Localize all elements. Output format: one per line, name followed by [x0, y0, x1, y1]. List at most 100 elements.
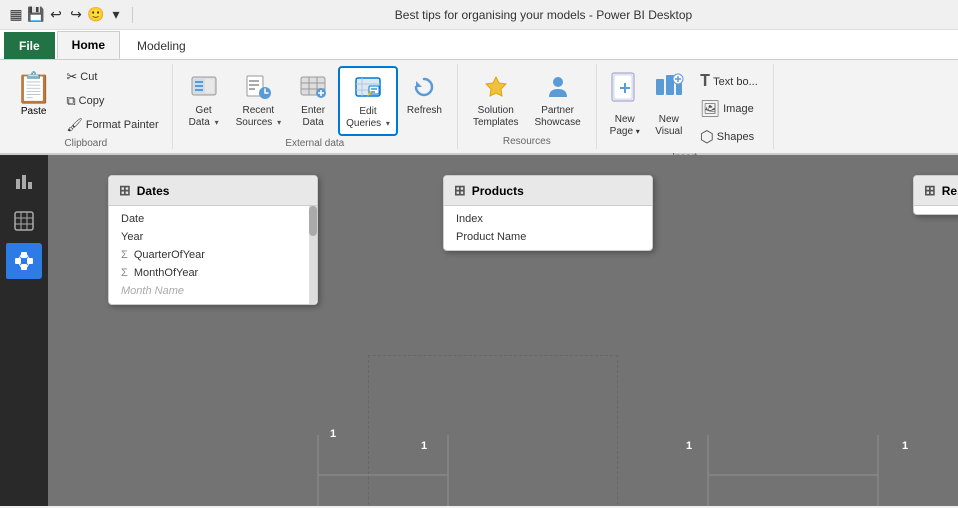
- copy-label: Copy: [79, 95, 105, 107]
- get-data-button[interactable]: GetData ▾: [181, 66, 227, 134]
- text-box-icon: 𝐓: [700, 73, 710, 91]
- paste-button[interactable]: 📋 Paste: [8, 66, 59, 136]
- table-dates: ⊞ Dates Date Year Σ QuarterOfYear Σ Mont…: [108, 175, 318, 305]
- get-data-label: GetData ▾: [189, 105, 219, 129]
- table-products-header: ⊞ Products: [444, 176, 652, 206]
- tab-file[interactable]: File: [4, 32, 55, 59]
- table-dates-icon: ⊞: [119, 182, 131, 199]
- new-page-button[interactable]: NewPage ▾: [605, 66, 645, 143]
- paste-label: Paste: [21, 106, 47, 117]
- paste-icon: 📋: [15, 71, 52, 106]
- tab-home[interactable]: Home: [57, 31, 120, 59]
- tab-modeling[interactable]: Modeling: [122, 32, 201, 59]
- table-row: Month Name: [109, 282, 317, 300]
- cut-button[interactable]: ✂ Cut: [61, 66, 163, 88]
- recent-sources-label: RecentSources ▾: [236, 105, 281, 129]
- format-painter-button[interactable]: 🖌 Format Painter: [61, 114, 163, 136]
- dates-scrollbar-thumb[interactable]: [309, 206, 317, 236]
- text-box-label: Text bo...: [713, 76, 758, 88]
- app-icon: ▦: [8, 7, 24, 23]
- title-bar-icons: ▦ 💾 ↩ ↪ 🙂 ▾: [8, 7, 137, 23]
- recent-sources-icon: [242, 71, 274, 103]
- new-page-label: NewPage ▾: [610, 114, 640, 138]
- table-products: ⊞ Products Index Product Name: [443, 175, 653, 251]
- cut-icon: ✂: [66, 69, 77, 85]
- table-dates-body: Date Year Σ QuarterOfYear Σ MonthOfYear …: [109, 206, 317, 304]
- undo-icon[interactable]: ↩: [48, 7, 64, 23]
- enter-data-label: EnterData: [301, 105, 325, 129]
- table-recent-title: Re...: [942, 184, 958, 198]
- rel-label-1c: 1: [686, 440, 692, 452]
- image-label: Image: [723, 103, 754, 115]
- table-recent-body: [914, 206, 958, 214]
- shapes-button[interactable]: ⬡ Shapes: [693, 124, 765, 150]
- partner-showcase-button[interactable]: PartnerShowcase: [528, 66, 588, 134]
- ribbon-group-insert: NewPage ▾ NewVisual: [597, 64, 774, 149]
- canvas-container: 1 1 1 1 ⊞ Dates Date Year Σ QuarterOfYea…: [0, 155, 958, 506]
- selection-box: [368, 355, 618, 506]
- edit-queries-label: EditQueries ▾: [346, 106, 390, 130]
- new-visual-label: NewVisual: [655, 114, 682, 138]
- rel-label-1b: 1: [421, 440, 427, 452]
- edit-queries-button[interactable]: EditQueries ▾: [338, 66, 398, 136]
- table-recent-icon: ⊞: [924, 182, 936, 199]
- table-row: Σ QuarterOfYear: [109, 246, 317, 264]
- recent-sources-button[interactable]: RecentSources ▾: [229, 66, 288, 134]
- main-canvas: 1 1 1 1 ⊞ Dates Date Year Σ QuarterOfYea…: [48, 155, 958, 506]
- image-button[interactable]: 🖼 Image: [693, 96, 765, 122]
- new-visual-button[interactable]: NewVisual: [649, 66, 689, 143]
- table-row: Σ MonthOfYear: [109, 264, 317, 282]
- enter-data-button[interactable]: EnterData: [290, 66, 336, 134]
- sidebar-item-model[interactable]: [6, 243, 42, 279]
- enter-data-icon: [297, 71, 329, 103]
- edit-queries-icon: [352, 72, 384, 104]
- sidebar-item-data[interactable]: [6, 203, 42, 239]
- emoji-icon[interactable]: 🙂: [88, 7, 104, 23]
- table-row: Product Name: [444, 228, 652, 246]
- table-products-title: Products: [472, 184, 524, 198]
- redo-icon[interactable]: ↪: [68, 7, 84, 23]
- copy-button[interactable]: ⧉ Copy: [61, 90, 163, 112]
- rel-label-1d: 1: [902, 440, 908, 452]
- ribbon-group-resources: SolutionTemplates PartnerShowcase Resour…: [458, 64, 597, 149]
- save-icon[interactable]: 💾: [28, 7, 44, 23]
- sidebar-item-report[interactable]: [6, 163, 42, 199]
- left-sidebar: [0, 155, 48, 506]
- solution-templates-button[interactable]: SolutionTemplates: [466, 66, 526, 134]
- title-bar: ▦ 💾 ↩ ↪ 🙂 ▾ Best tips for organising you…: [0, 0, 958, 30]
- ribbon-group-external-data: GetData ▾ RecentSources ▾: [173, 64, 458, 149]
- window-title: Best tips for organising your models - P…: [137, 8, 950, 22]
- refresh-button[interactable]: Refresh: [400, 66, 449, 122]
- ribbon-tabs: File Home Modeling: [0, 30, 958, 60]
- ribbon-group-clipboard: 📋 Paste ✂ Cut ⧉ Copy 🖌 Format Painter Cl…: [0, 64, 173, 149]
- partner-showcase-label: PartnerShowcase: [535, 105, 581, 129]
- format-painter-icon: 🖌: [66, 117, 83, 133]
- copy-icon: ⧉: [66, 93, 75, 109]
- rel-label-1a: 1: [330, 428, 336, 440]
- new-page-icon: [610, 71, 640, 112]
- solution-templates-icon: [480, 71, 512, 103]
- image-icon: 🖼: [700, 99, 720, 119]
- text-box-button[interactable]: 𝐓 Text bo...: [693, 70, 765, 94]
- table-row: Year: [109, 228, 317, 246]
- shapes-icon: ⬡: [700, 127, 714, 147]
- table-recent-header: ⊞ Re...: [914, 176, 958, 206]
- dates-scrollbar[interactable]: [309, 206, 317, 304]
- table-recent: ⊞ Re...: [913, 175, 958, 215]
- get-data-icon: [188, 71, 220, 103]
- table-row: Index: [444, 210, 652, 228]
- format-painter-label: Format Painter: [86, 119, 159, 131]
- clipboard-group-label: Clipboard: [64, 136, 107, 149]
- external-data-group-label: External data: [285, 136, 344, 149]
- ribbon-body: 📋 Paste ✂ Cut ⧉ Copy 🖌 Format Painter Cl…: [0, 60, 958, 155]
- dropdown-icon[interactable]: ▾: [108, 7, 124, 23]
- table-products-body: Index Product Name: [444, 206, 652, 250]
- solution-templates-label: SolutionTemplates: [473, 105, 519, 129]
- table-dates-title: Dates: [137, 184, 170, 198]
- resources-group-label: Resources: [503, 134, 551, 147]
- clipboard-small-buttons: ✂ Cut ⧉ Copy 🖌 Format Painter: [61, 66, 163, 136]
- refresh-label: Refresh: [407, 105, 442, 117]
- table-row: Date: [109, 210, 317, 228]
- new-visual-icon: [654, 71, 684, 112]
- table-products-icon: ⊞: [454, 182, 466, 199]
